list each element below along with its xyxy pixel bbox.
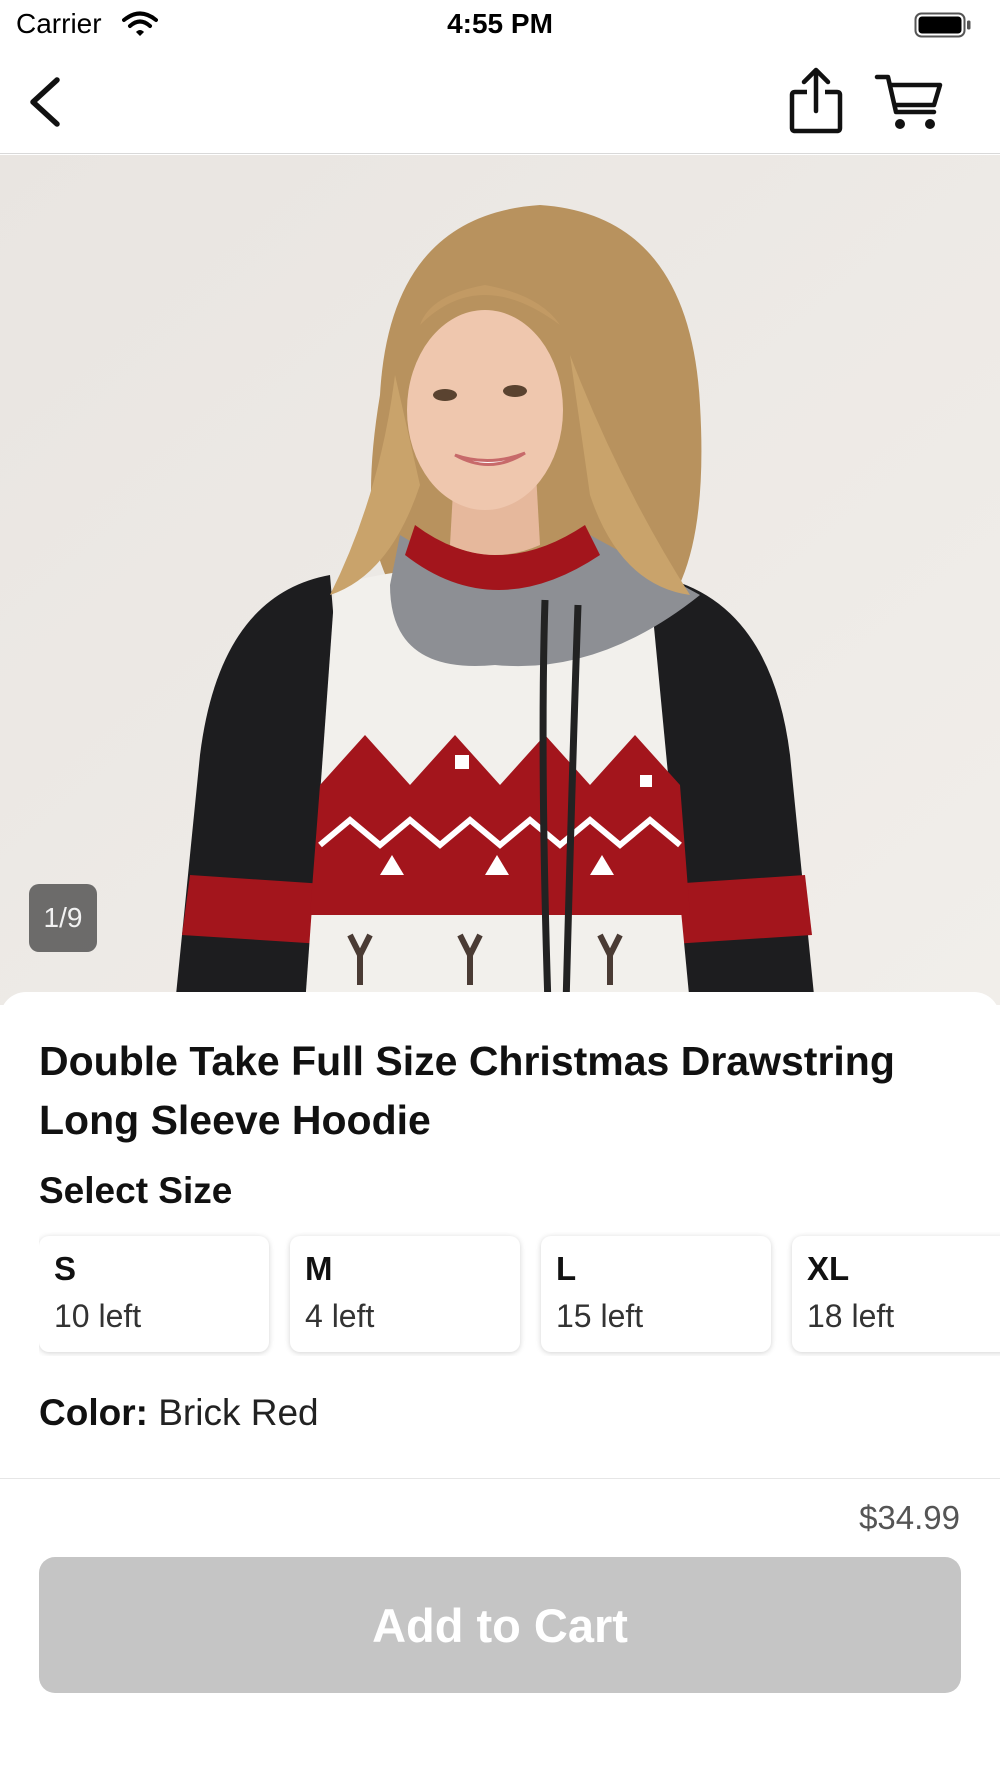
size-stock: 15 left: [556, 1298, 644, 1334]
size-option-xl[interactable]: XL 18 left: [792, 1236, 1000, 1352]
product-image-carousel[interactable]: 1/9: [0, 155, 1000, 1005]
product-details-sheet: Double Take Full Size Christmas Drawstri…: [0, 992, 1000, 1478]
size-name: XL: [807, 1250, 850, 1287]
size-name: M: [305, 1250, 333, 1287]
back-button[interactable]: [24, 74, 64, 135]
color-value: Brick Red: [158, 1392, 319, 1433]
size-stock: 10 left: [54, 1298, 142, 1334]
purchase-bar: $34.99 Add to Cart: [0, 1478, 1000, 1778]
share-icon: [789, 67, 843, 134]
cart-button[interactable]: [874, 72, 944, 139]
cart-icon: [874, 74, 943, 129]
status-bar: Carrier 4:55 PM: [0, 0, 1000, 50]
back-chevron-icon: [30, 77, 60, 127]
size-name: S: [54, 1250, 77, 1287]
color-label: Color:: [39, 1392, 148, 1433]
size-name: L: [556, 1250, 577, 1287]
add-to-cart-button[interactable]: Add to Cart: [39, 1557, 961, 1693]
size-option-s[interactable]: S 10 left: [39, 1236, 269, 1352]
status-time: 4:55 PM: [447, 8, 553, 39]
product-photo: [0, 155, 1000, 1005]
color-row: Color: Brick Red: [39, 1392, 319, 1434]
share-button[interactable]: [786, 66, 846, 141]
size-stock: 18 left: [807, 1298, 895, 1334]
select-size-heading: Select Size: [39, 1170, 233, 1211]
product-price: $34.99: [859, 1499, 960, 1536]
navigation-bar: [0, 50, 1000, 154]
size-option-l[interactable]: L 15 left: [541, 1236, 771, 1352]
image-counter-badge: 1/9: [29, 884, 97, 952]
size-options[interactable]: S 10 left M 4 left L 15 left XL 18 left: [39, 1232, 1000, 1356]
size-stock: 4 left: [305, 1298, 375, 1334]
product-title: Double Take Full Size Christmas Drawstri…: [39, 1038, 895, 1143]
battery-icon: [914, 12, 972, 43]
size-option-m[interactable]: M 4 left: [290, 1236, 520, 1352]
